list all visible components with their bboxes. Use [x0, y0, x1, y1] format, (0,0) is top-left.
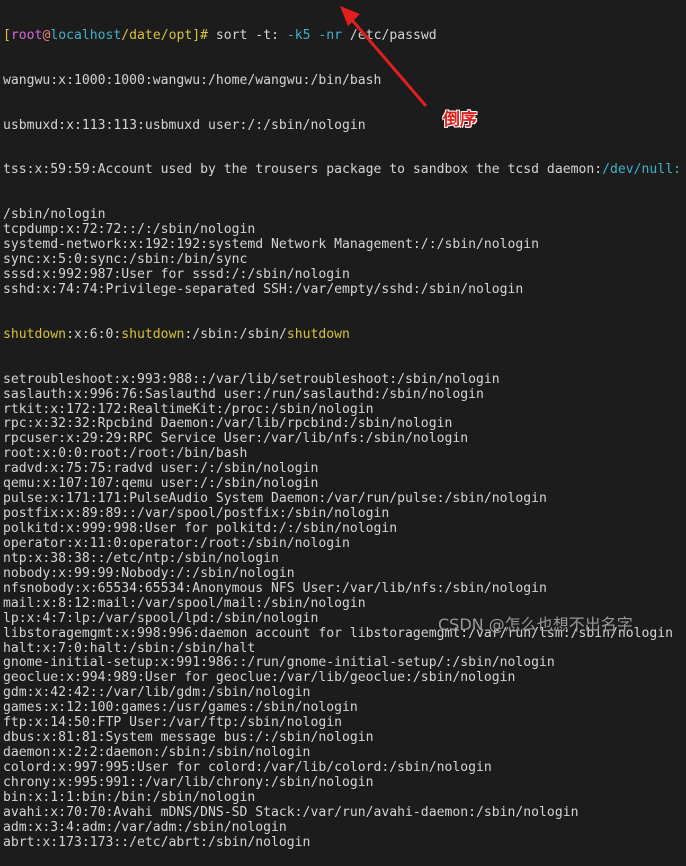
output-line: colord:x:997:995:User for colord:/var/li… — [3, 760, 492, 776]
output-line: ftp:x:14:50:FTP User:/var/ftp:/sbin/nolo… — [3, 715, 342, 731]
watermark: CSDN @怎么也想不出名字 — [438, 615, 633, 634]
output-line: chrony:x:995:991::/var/lib/chrony:/sbin/… — [3, 774, 374, 790]
arrow-shaft — [350, 19, 428, 107]
output-line: games:x:12:100:games:/usr/games:/sbin/no… — [3, 700, 358, 716]
output-line: adm:x:3:4:adm:/var/adm:/sbin/nologin — [3, 819, 287, 835]
output-line: halt:x:7:0:halt:/sbin:/sbin/halt — [3, 640, 256, 656]
output-line: gnome-initial-setup:x:991:986::/run/gnom… — [3, 655, 555, 671]
output-line: gdm:x:42:42::/var/lib/gdm:/sbin/nologin — [3, 685, 311, 701]
output-line: bin:x:1:1:bin:/bin:/sbin/nologin — [3, 789, 256, 805]
arrow-head-icon — [340, 6, 360, 26]
output-line: avahi:x:70:70:Avahi mDNS/DNS-SD Stack:/v… — [3, 804, 579, 820]
output-line: geoclue:x:994:989:User for geoclue:/var/… — [3, 670, 516, 686]
red-arrow-annotation — [340, 6, 428, 107]
output-line: abrt:x:173:173::/etc/abrt:/sbin/nologin — [3, 834, 311, 850]
output-line: dbus:x:81:81:System message bus:/:/sbin/… — [3, 730, 374, 746]
annotation-label: 倒序 — [443, 110, 477, 130]
output-line: daemon:x:2:2:daemon:/sbin:/sbin/nologin — [3, 745, 311, 761]
